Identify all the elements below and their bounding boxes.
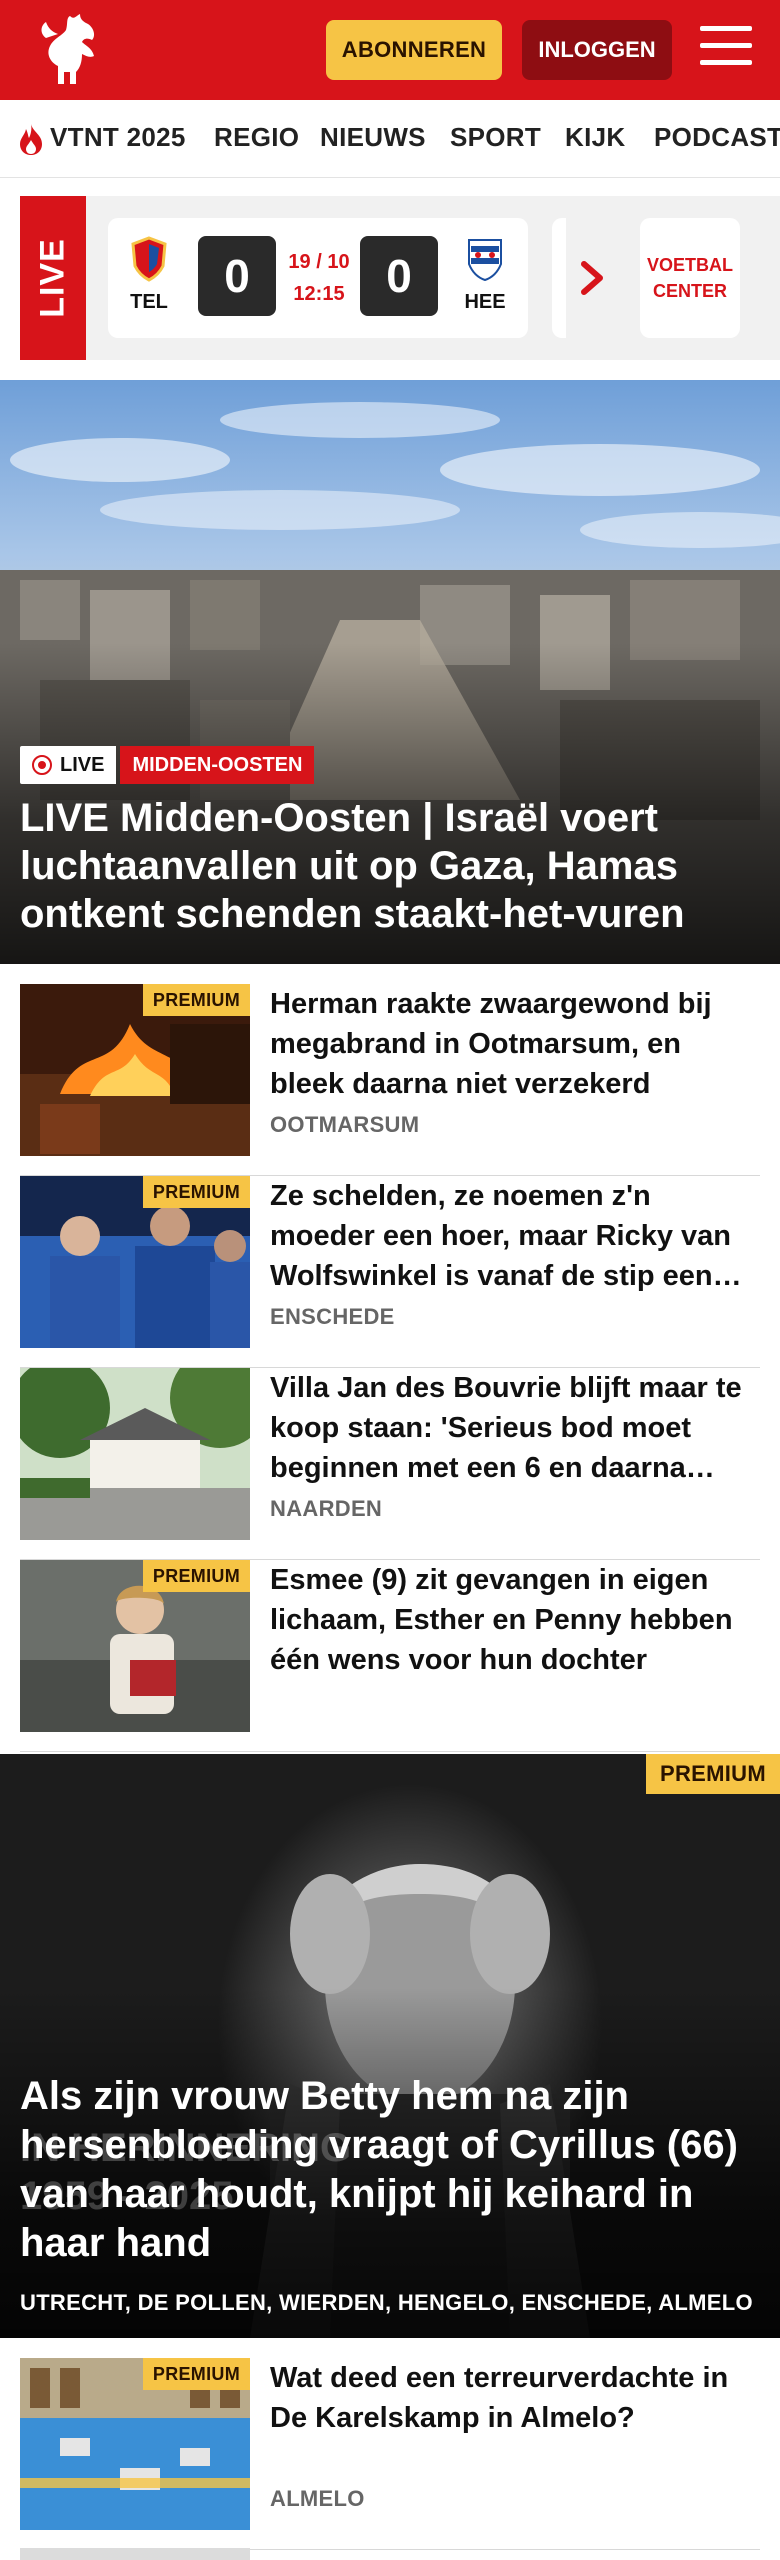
article-location: OOTMARSUM <box>270 1112 420 1137</box>
article-thumbnail: PREMIUM <box>20 2358 250 2530</box>
home-team: TEL <box>124 236 174 314</box>
heerenveen-crest-icon <box>468 239 502 282</box>
scores-next: VOETBAL CENTER <box>552 218 752 338</box>
hero-article[interactable]: LIVE MIDDEN-OOSTEN LIVE Midden-Oosten | … <box>0 380 780 964</box>
next-article-thumbnail-peek <box>20 2548 250 2560</box>
hero-badges: LIVE MIDDEN-OOSTEN <box>20 746 315 784</box>
article-thumbnail: PREMIUM <box>20 1560 250 1732</box>
chevron-right-icon[interactable] <box>572 256 612 300</box>
article-location: ENSCHEDE <box>270 1304 395 1329</box>
list-item[interactable]: PREMIUM Esmee (9) zit gevangen in eigen … <box>20 1560 760 1752</box>
live-scores-strip: LIVE TEL 0 19 / 10 12:15 0 HEE VOETBAL C… <box>20 196 780 360</box>
away-team-code: HEE <box>464 291 506 313</box>
live-dot-icon <box>32 755 52 775</box>
match-datetime: 19 / 10 12:15 <box>280 246 358 310</box>
list-item[interactable]: Villa Jan des Bouvrie blijft maar te koo… <box>20 1368 760 1560</box>
login-button[interactable]: INLOGGEN <box>522 20 672 80</box>
nav-item-kijk[interactable]: KIJK <box>565 122 625 153</box>
away-score: 0 <box>360 236 438 316</box>
premium-badge: PREMIUM <box>142 2358 250 2390</box>
match-date: 19 / 10 <box>288 251 350 273</box>
article-title[interactable]: Villa Jan des Bouvrie blijft maar te koo… <box>270 1368 760 1488</box>
feature-title[interactable]: Als zijn vrouw Betty hem na zijn hersenb… <box>20 2072 760 2268</box>
section-nav: VTNT 2025 REGIO NIEUWS SPORT KIJK PODCAS… <box>0 100 780 178</box>
home-score: 0 <box>198 236 276 316</box>
hero-title[interactable]: LIVE Midden-Oosten | Israël voert luchta… <box>20 794 760 938</box>
football-center-button[interactable]: VOETBAL CENTER <box>640 218 740 338</box>
live-label: LIVE <box>20 196 86 360</box>
article-thumbnail <box>20 1368 250 1540</box>
list-item[interactable]: PREMIUM Ze schelden, ze noemen z'n moede… <box>20 1176 760 1368</box>
feature-locations: UTRECHT, DE POLLEN, WIERDEN, HENGELO, EN… <box>20 2290 753 2315</box>
category-badge[interactable]: MIDDEN-OOSTEN <box>120 746 315 784</box>
next-match-card-peek[interactable] <box>552 218 566 338</box>
article-location: ALMELO <box>270 2486 365 2511</box>
feature-article[interactable]: PREMIUM IN HERINNERING 1959 - 2025 Als z… <box>0 1754 780 2338</box>
top-bar: ABONNEREN INLOGGEN <box>0 0 780 100</box>
nav-item-podcast[interactable]: PODCAST <box>654 122 780 153</box>
nav-item-sport[interactable]: SPORT <box>450 122 541 153</box>
premium-badge: PREMIUM <box>142 1560 250 1592</box>
match-card[interactable]: TEL 0 19 / 10 12:15 0 HEE <box>108 218 528 338</box>
flame-icon <box>20 124 42 155</box>
premium-badge: PREMIUM <box>142 984 250 1016</box>
nav-item-regio[interactable]: REGIO <box>214 122 299 153</box>
premium-badge: PREMIUM <box>142 1176 250 1208</box>
article-title[interactable]: Esmee (9) zit gevangen in eigen lichaam,… <box>270 1560 760 1680</box>
article-title[interactable]: Ze schelden, ze noemen z'n moeder een ho… <box>270 1176 760 1296</box>
nav-item-nieuws[interactable]: NIEUWS <box>320 122 426 153</box>
subscribe-button[interactable]: ABONNEREN <box>326 20 502 80</box>
nav-item-vtnt-2025[interactable]: VTNT 2025 <box>50 122 186 153</box>
live-badge: LIVE <box>20 746 117 784</box>
article-thumbnail: PREMIUM <box>20 984 250 1156</box>
article-location: NAARDEN <box>270 1496 383 1521</box>
home-team-code: TEL <box>130 291 168 313</box>
list-item[interactable]: PREMIUM Herman raakte zwaargewond bij me… <box>20 984 760 1176</box>
article-thumbnail: PREMIUM <box>20 1176 250 1348</box>
article-title[interactable]: Wat deed een terreurverdachte in De Kare… <box>270 2358 760 2438</box>
match-time: 12:15 <box>293 283 345 305</box>
article-title[interactable]: Herman raakte zwaargewond bij megabrand … <box>270 984 760 1104</box>
tubantia-horse-logo-icon[interactable] <box>36 10 106 90</box>
away-team: HEE <box>460 236 510 314</box>
list-item[interactable]: PREMIUM Wat deed een terreurverdachte in… <box>20 2358 760 2550</box>
fc-twente-crest-icon <box>131 236 167 282</box>
premium-badge: PREMIUM <box>646 1754 780 1794</box>
menu-hamburger-icon[interactable] <box>700 26 752 72</box>
